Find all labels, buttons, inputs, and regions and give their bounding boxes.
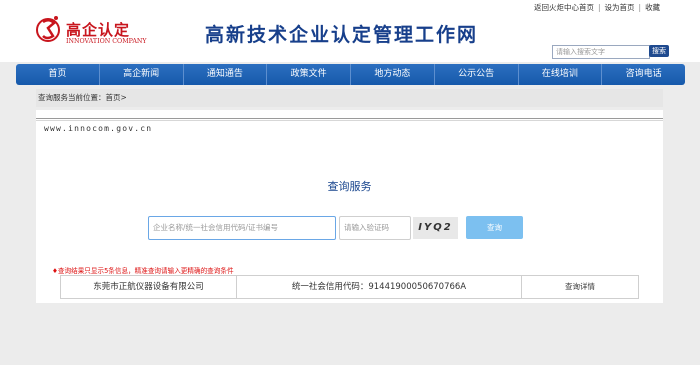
- nav-item-announcements[interactable]: 公示公告: [435, 64, 519, 85]
- result-credit-code: 统一社会信用代码：91441900050670766A: [237, 276, 522, 298]
- nav-item-home[interactable]: 首页: [16, 64, 100, 85]
- breadcrumb-home[interactable]: 首页>: [106, 93, 127, 102]
- nav-item-local-news[interactable]: 地方动态: [351, 64, 435, 85]
- site-search-button[interactable]: 搜索: [649, 45, 669, 57]
- divider: [36, 120, 663, 121]
- nav-item-notices[interactable]: 通知通告: [184, 64, 268, 85]
- result-detail-link[interactable]: 查询详情: [522, 276, 638, 298]
- nav-item-hotline[interactable]: 咨询电话: [602, 64, 685, 85]
- link-favorite[interactable]: 收藏: [645, 3, 660, 12]
- nav-item-training[interactable]: 在线培训: [519, 64, 603, 85]
- logo-mark-icon: [36, 16, 60, 42]
- company-query-input[interactable]: 企业名称/统一社会信用代码/证书编号: [148, 216, 336, 240]
- logo-text-cn: 高企认定: [66, 21, 131, 39]
- captcha-input[interactable]: 请输入验证码: [339, 216, 411, 240]
- divider: [36, 118, 663, 119]
- query-button[interactable]: 查询: [466, 216, 523, 239]
- site-logo[interactable]: 高企认定 INNOVATION COMPANY: [36, 14, 147, 50]
- result-row: 东莞市正航仪器设备有限公司 统一社会信用代码：91441900050670766…: [60, 275, 639, 299]
- result-company-name: 东莞市正航仪器设备有限公司: [61, 276, 237, 298]
- site-title: 高新技术企业认定管理工作网: [205, 24, 479, 46]
- header: 高企认定 INNOVATION COMPANY 高新技术企业认定管理工作网 返回…: [0, 0, 700, 62]
- nav-item-policies[interactable]: 政策文件: [267, 64, 351, 85]
- site-url: www.innocom.gov.cn: [44, 124, 153, 133]
- link-torch-home[interactable]: 返回火炬中心首页: [534, 3, 594, 12]
- query-title: 查询服务: [327, 180, 372, 193]
- nav-item-news[interactable]: 高企新闻: [100, 64, 184, 85]
- divider: |: [638, 3, 642, 12]
- site-search-input[interactable]: 请输入搜索文字: [552, 45, 650, 59]
- captcha-image[interactable]: IYQ2: [413, 217, 458, 239]
- query-notice: ♦查询结果只显示5条信息，精准查询请输入更精确的查询条件: [52, 267, 234, 275]
- logo-text-en: INNOVATION COMPANY: [66, 38, 147, 45]
- top-links: 返回火炬中心首页 | 设为首页 | 收藏: [534, 2, 660, 13]
- divider: |: [598, 3, 601, 12]
- link-set-homepage[interactable]: 设为首页: [605, 3, 635, 12]
- breadcrumb-prefix: 查询服务当前位置：: [38, 93, 106, 102]
- query-panel: www.innocom.gov.cn 查询服务 企业名称/统一社会信用代码/证书…: [36, 110, 663, 303]
- breadcrumb: 查询服务当前位置：首页>: [36, 89, 663, 107]
- main-nav: 首页 高企新闻 通知通告 政策文件 地方动态 公示公告 在线培训 咨询电话: [16, 64, 685, 85]
